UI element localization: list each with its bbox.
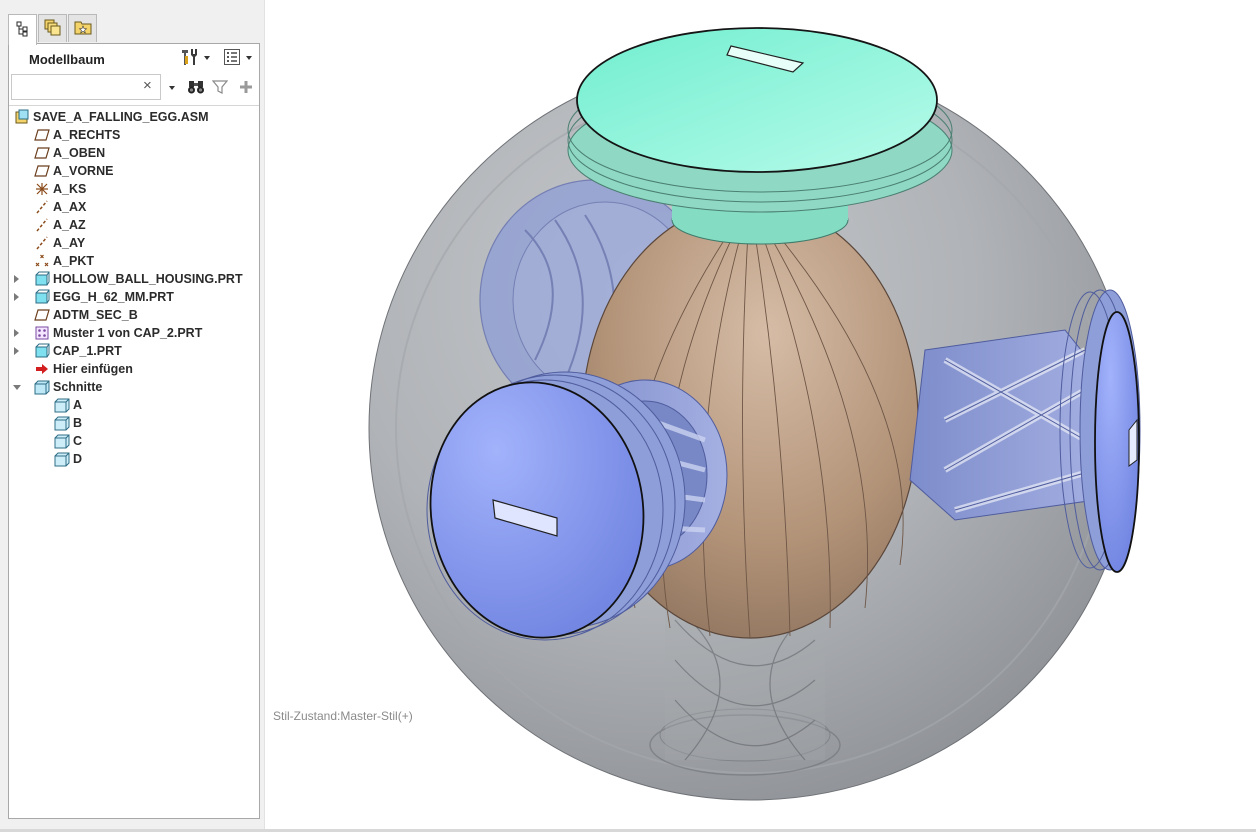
tree-item-label: A_KS <box>53 182 87 196</box>
binoculars-icon <box>187 79 205 98</box>
panel-header: Modellbaum <box>9 44 259 72</box>
tree-item[interactable]: A_KS <box>34 180 86 198</box>
assembly-icon <box>14 109 30 125</box>
tab-layers[interactable] <box>38 14 67 42</box>
divider <box>9 105 259 106</box>
datum-axis-icon <box>34 235 50 251</box>
datum-point-icon <box>34 253 50 269</box>
tree-item[interactable]: D <box>54 450 82 468</box>
tree-item-label: A_PKT <box>53 254 94 268</box>
tree-item-label: HOLLOW_BALL_HOUSING.PRT <box>53 272 243 286</box>
tree-columns-icon <box>223 48 241 69</box>
datum-axis-icon <box>34 199 50 215</box>
model-tree-panel: Modellbaum × SAVE_A_FALLING_EGG.ASM A_RE… <box>8 43 260 819</box>
tree-item[interactable]: A_AY <box>34 234 85 252</box>
chevron-right-icon[interactable] <box>14 347 19 355</box>
chevron-right-icon[interactable] <box>14 329 19 337</box>
favorites-folder-icon <box>74 18 92 39</box>
search-input[interactable] <box>11 74 161 100</box>
show-button[interactable] <box>223 48 252 69</box>
tree-item[interactable]: ADTM_SEC_B <box>34 306 138 324</box>
search-row: × <box>9 72 259 104</box>
navigator-tabs <box>8 14 264 45</box>
tree-item-label: Schnitte <box>53 380 103 394</box>
tree-item[interactable]: A_AZ <box>34 216 86 234</box>
left-panel: Modellbaum × SAVE_A_FALLING_EGG.ASM A_RE… <box>0 0 264 832</box>
datum-plane-icon <box>34 127 50 143</box>
section-icon <box>54 433 70 449</box>
graphics-viewport[interactable]: Stil-Zustand:Master-Stil(+) <box>265 0 1256 832</box>
tree-item[interactable]: B <box>54 414 82 432</box>
tree-item[interactable]: Muster 1 von CAP_2.PRT <box>14 324 203 342</box>
close-icon[interactable]: × <box>143 77 152 95</box>
datum-plane-icon <box>34 307 50 323</box>
tree-item-label: C <box>73 434 83 448</box>
plus-icon <box>239 80 253 97</box>
tools-icon <box>179 48 199 69</box>
chevron-down-icon[interactable] <box>13 385 21 390</box>
section-icon <box>54 415 70 431</box>
coordinate-system-icon <box>34 181 50 197</box>
tab-model-tree[interactable] <box>8 14 37 45</box>
tree-item[interactable]: EGG_H_62_MM.PRT <box>14 288 174 306</box>
part-icon <box>34 289 50 305</box>
tree-item[interactable]: A_RECHTS <box>34 126 120 144</box>
tree-item[interactable]: A <box>54 396 82 414</box>
chevron-down-icon <box>204 56 210 60</box>
tree-item[interactable]: A_PKT <box>34 252 94 270</box>
pattern-icon <box>34 325 50 341</box>
tree-item-label: A_AZ <box>53 218 86 232</box>
tree-item-label: SAVE_A_FALLING_EGG.ASM <box>33 110 209 124</box>
tree-item[interactable]: A_VORNE <box>34 162 113 180</box>
datum-axis-icon <box>34 217 50 233</box>
tree-item[interactable]: Schnitte <box>13 378 103 396</box>
search-options-dropdown[interactable] <box>167 79 175 97</box>
datum-plane-icon <box>34 163 50 179</box>
chevron-down-icon <box>246 56 252 60</box>
tree-item-label: D <box>73 452 83 466</box>
tree-item-label: Muster 1 von CAP_2.PRT <box>53 326 203 340</box>
tab-favorites[interactable] <box>68 14 97 42</box>
tree-item-label: A_VORNE <box>53 164 114 178</box>
find-button[interactable] <box>187 79 205 97</box>
part-icon <box>34 343 50 359</box>
filter-icon <box>211 79 229 98</box>
sections-folder-icon <box>34 379 50 395</box>
tree-item-label: EGG_H_62_MM.PRT <box>53 290 174 304</box>
part-icon <box>34 271 50 287</box>
tree-item-label: A <box>73 398 83 412</box>
tree-item[interactable]: SAVE_A_FALLING_EGG.ASM <box>14 108 209 126</box>
model-view[interactable] <box>265 0 1256 832</box>
section-icon <box>54 451 70 467</box>
tree-item[interactable]: CAP_1.PRT <box>14 342 122 360</box>
tree-item[interactable]: A_AX <box>34 198 86 216</box>
settings-button[interactable] <box>179 48 210 69</box>
tree-item-label: A_AX <box>53 200 87 214</box>
insert-here-arrow-icon <box>34 361 50 377</box>
right-holder <box>909 329 1106 521</box>
tree-item-label: CAP_1.PRT <box>53 344 122 358</box>
tree-item[interactable]: Hier einfügen <box>34 360 133 378</box>
datum-plane-icon <box>34 145 50 161</box>
layers-icon <box>44 18 62 39</box>
tree-item-label: ADTM_SEC_B <box>53 308 138 322</box>
tree-item-label: A_OBEN <box>53 146 106 160</box>
panel-title: Modellbaum <box>29 52 105 67</box>
section-icon <box>54 397 70 413</box>
chevron-right-icon[interactable] <box>14 275 19 283</box>
add-button[interactable] <box>239 79 253 97</box>
chevron-down-icon <box>169 86 175 90</box>
tree-item[interactable]: A_OBEN <box>34 144 105 162</box>
tree-item-label: B <box>73 416 83 430</box>
style-state-status: Stil-Zustand:Master-Stil(+) <box>273 709 413 723</box>
tree-item-label: A_AY <box>53 236 86 250</box>
tree-item-label: Hier einfügen <box>53 362 133 376</box>
tree-item-label: A_RECHTS <box>53 128 121 142</box>
filter-button[interactable] <box>211 79 229 98</box>
top-cap[interactable] <box>567 27 953 213</box>
chevron-right-icon[interactable] <box>14 293 19 301</box>
model-tree-icon <box>15 21 31 40</box>
tree-item[interactable]: C <box>54 432 82 450</box>
tree-item[interactable]: HOLLOW_BALL_HOUSING.PRT <box>14 270 243 288</box>
